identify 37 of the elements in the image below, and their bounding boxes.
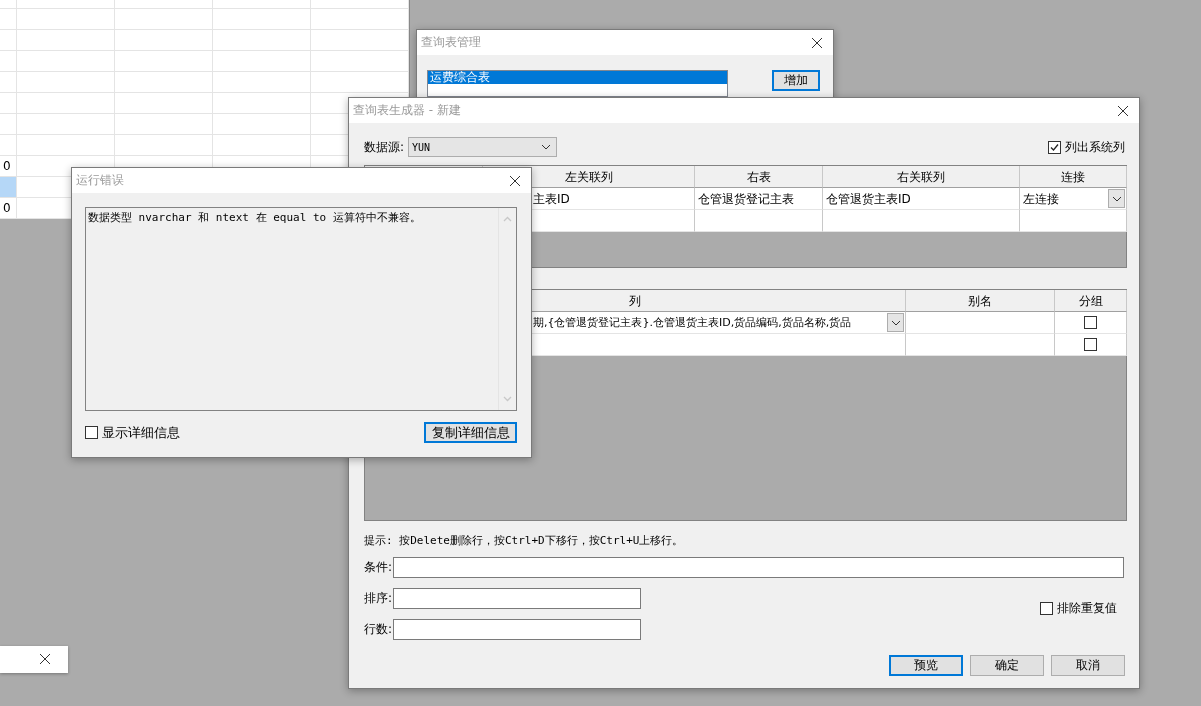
- dialog-button[interactable]: 确定: [970, 655, 1044, 676]
- input-field[interactable]: [393, 587, 641, 609]
- checkbox-label: 显示详细信息: [102, 423, 180, 442]
- checkbox-label: 排除重复值: [1057, 600, 1117, 617]
- close-icon[interactable]: [811, 36, 823, 49]
- field-label: 排序:: [364, 589, 393, 607]
- close-icon[interactable]: [1117, 104, 1129, 117]
- input-field[interactable]: [393, 618, 641, 640]
- table-list[interactable]: 运费综合表: [427, 70, 728, 97]
- dialog-button[interactable]: 预览: [889, 655, 963, 676]
- checkbox-label: 列出系统列: [1065, 138, 1125, 156]
- checkbox[interactable]: [1040, 602, 1053, 615]
- table-cell[interactable]: [0, 177, 17, 198]
- data-source-dropdown[interactable]: YUN: [408, 137, 558, 157]
- checkbox[interactable]: [1048, 140, 1061, 154]
- field-label: 数据源:: [364, 138, 405, 156]
- close-icon[interactable]: [39, 653, 51, 665]
- dialog-button[interactable]: 取消: [1051, 655, 1125, 676]
- checkbox[interactable]: [1084, 338, 1097, 351]
- chevron-down-icon[interactable]: [890, 319, 901, 326]
- checkbox[interactable]: [1084, 316, 1097, 329]
- chevron-down-icon: [541, 144, 552, 150]
- error-message: 数据类型 nvarchar 和 ntext 在 equal to 运算符中不兼容。: [87, 210, 422, 226]
- copy-button[interactable]: 复制详细信息: [424, 422, 517, 443]
- close-icon[interactable]: [509, 174, 521, 187]
- list-item[interactable]: 运费综合表: [428, 71, 727, 84]
- window-title: 查询表生成器 - 新建: [353, 102, 461, 119]
- hint-text: 提示: 按Delete删除行，按Ctrl+D下移行，按Ctrl+U上移行。: [364, 533, 685, 548]
- chevron-down-icon: [1111, 195, 1122, 202]
- checkbox[interactable]: [85, 426, 98, 439]
- field-label: 条件:: [364, 558, 393, 576]
- input-field[interactable]: [393, 556, 1124, 578]
- window-title: 运行错误: [76, 172, 124, 189]
- field-label: 行数:: [364, 620, 393, 638]
- window-title: 查询表管理: [421, 34, 481, 51]
- add-button[interactable]: 增加: [772, 70, 820, 91]
- table-cell[interactable]: 0: [0, 198, 17, 219]
